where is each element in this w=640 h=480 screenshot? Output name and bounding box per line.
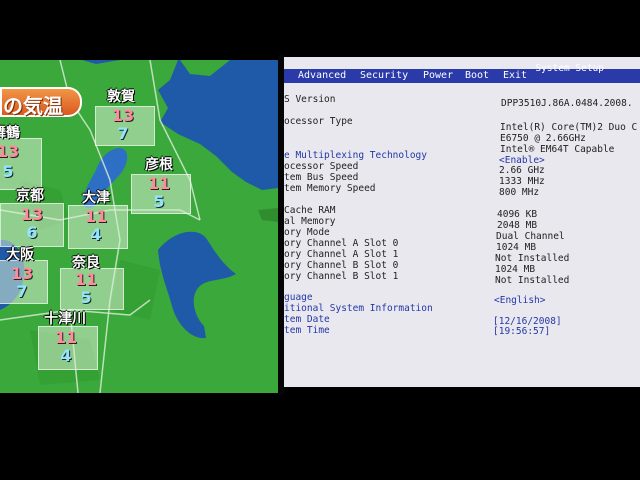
channel-a-slot0-value: 1024 MB xyxy=(496,242,537,253)
temp-high: 13 xyxy=(111,106,135,125)
system-date-label[interactable]: tem Date xyxy=(284,314,330,325)
temp-low: 7 xyxy=(117,124,129,143)
temp-low: 6 xyxy=(26,223,38,242)
processor-model-value: E6750 @ 2.66GHz xyxy=(500,133,586,144)
weather-map-screen: の気温 敦賀 13 7 舞鶴 13 5 彦根 11 5 京都 13 6 xyxy=(0,60,278,393)
menu-exit[interactable]: Exit xyxy=(503,70,527,81)
city-name: 十津川 xyxy=(44,311,86,327)
multiplexing-label[interactable]: e Multiplexing Technology xyxy=(284,150,427,161)
channel-a-slot1-value: Not Installed xyxy=(495,253,570,264)
bios-title: System Setup xyxy=(535,63,604,74)
bus-speed-label: tem Bus Speed xyxy=(284,172,359,183)
cache-ram-value: 4096 KB xyxy=(497,209,538,220)
total-memory-value: 2048 MB xyxy=(497,220,538,231)
photo-of-two-monitors: の気温 敦賀 13 7 舞鶴 13 5 彦根 11 5 京都 13 6 xyxy=(0,0,640,480)
cache-ram-label: Cache RAM xyxy=(284,205,336,216)
em64t-value: Intel® EM64T Capable xyxy=(500,144,615,155)
channel-b-slot1-value: Not Installed xyxy=(495,275,570,286)
city-name: 大阪 xyxy=(6,247,34,263)
system-time-value[interactable]: [19:56:57] xyxy=(493,326,550,337)
memory-mode-value: Dual Channel xyxy=(496,231,565,242)
temp-low: 7 xyxy=(16,282,28,301)
temp-low: 4 xyxy=(60,346,72,365)
additional-info-label[interactable]: itional System Information xyxy=(284,303,433,314)
system-time-label[interactable]: tem Time xyxy=(284,325,330,336)
bios-setup-screen: System Setup Advanced Security Power Boo… xyxy=(284,57,640,387)
processor-speed-value: 2.66 GHz xyxy=(499,165,545,176)
city-name: 舞鶴 xyxy=(0,125,20,141)
menu-advanced[interactable]: Advanced xyxy=(298,70,346,81)
weather-title: の気温 xyxy=(3,94,63,118)
channel-b-slot1-label: ory Channel B Slot 1 xyxy=(284,271,399,282)
channel-b-slot0-value: 1024 MB xyxy=(495,264,536,275)
city-name: 彦根 xyxy=(145,157,173,173)
temp-high: 13 xyxy=(10,264,34,283)
temp-high: 11 xyxy=(84,207,108,226)
processor-type-label: ocessor Type xyxy=(284,116,353,127)
temp-low: 4 xyxy=(90,225,102,244)
memory-speed-label: tem Memory Speed xyxy=(284,183,376,194)
city-name: 奈良 xyxy=(72,255,100,271)
temp-low: 5 xyxy=(2,162,14,181)
bios-version-label: S Version xyxy=(284,94,336,105)
city-name: 京都 xyxy=(16,188,44,204)
channel-b-slot0-label: ory Channel B Slot 0 xyxy=(284,260,399,271)
bus-speed-value: 1333 MHz xyxy=(499,176,545,187)
processor-speed-label: ocessor Speed xyxy=(284,161,359,172)
temp-low: 5 xyxy=(153,192,165,211)
city-name: 大津 xyxy=(82,190,110,206)
memory-mode-label: ory Mode xyxy=(284,227,330,238)
temp-high: 13 xyxy=(0,142,20,161)
temp-low: 5 xyxy=(80,288,92,307)
language-value[interactable]: <English> xyxy=(494,295,545,306)
weather-title-banner: の気温 xyxy=(0,87,82,118)
temp-high: 11 xyxy=(74,270,98,289)
channel-a-slot1-label: ory Channel A Slot 1 xyxy=(284,249,399,260)
language-label[interactable]: guage xyxy=(284,292,313,303)
menu-boot[interactable]: Boot xyxy=(465,70,489,81)
city-name: 敦賀 xyxy=(107,89,135,105)
temp-high: 13 xyxy=(20,205,44,224)
bios-version-value: DPP3510J.86A.0484.2008. xyxy=(501,98,633,109)
processor-type-value: Intel(R) Core(TM)2 Duo C xyxy=(500,122,638,133)
temp-high: 11 xyxy=(54,328,78,347)
memory-speed-value: 800 MHz xyxy=(499,187,540,198)
total-memory-label: al Memory xyxy=(284,216,336,227)
channel-a-slot0-label: ory Channel A Slot 0 xyxy=(284,238,399,249)
temp-high: 11 xyxy=(147,174,171,193)
menu-security[interactable]: Security xyxy=(360,70,408,81)
menu-power[interactable]: Power xyxy=(423,70,453,81)
